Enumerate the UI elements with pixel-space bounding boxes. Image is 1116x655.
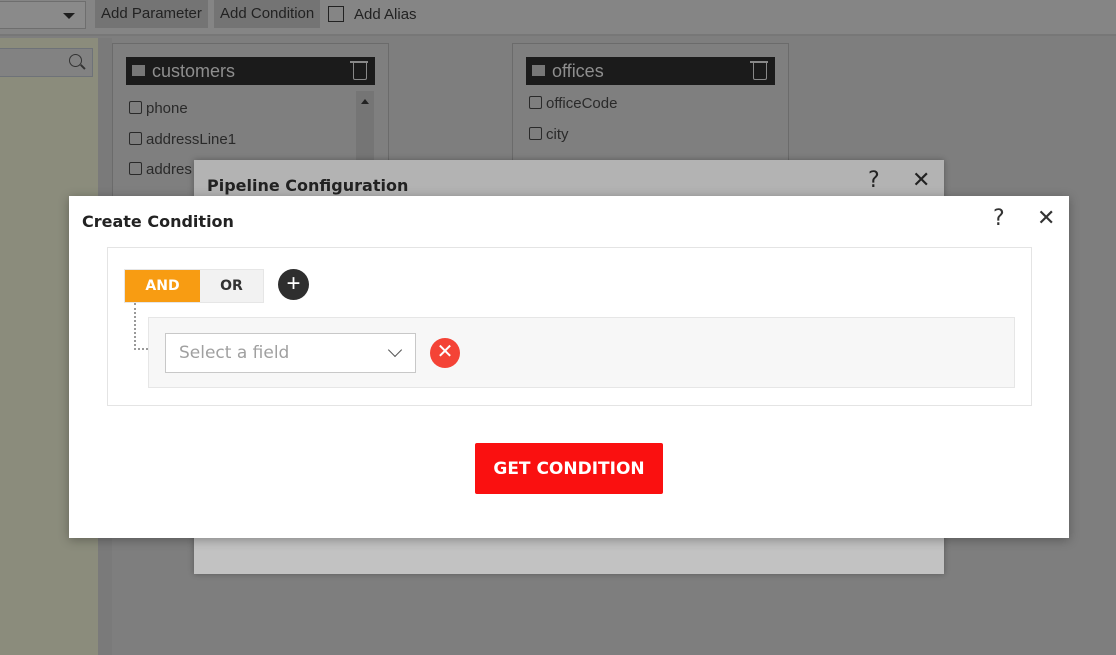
add-rule-button[interactable]: + [278, 269, 309, 300]
field-label: phone [146, 100, 188, 117]
add-parameter-button[interactable]: Add Parameter [95, 0, 208, 28]
field-label: officeCode [546, 95, 618, 112]
search-input[interactable] [0, 48, 93, 77]
checkbox[interactable] [529, 127, 542, 140]
field-label: addressLine1 [146, 131, 237, 148]
add-alias-checkbox[interactable] [328, 6, 344, 22]
field-select-placeholder: Select a field [179, 343, 290, 363]
dialog-title: Create Condition [82, 212, 234, 231]
field-item[interactable]: addressLine1 [129, 131, 236, 148]
tree-connector [134, 303, 148, 350]
add-alias-label: Add Alias [354, 6, 417, 23]
field-item[interactable]: city [529, 126, 569, 143]
create-condition-dialog: Create Condition ? ✕ AND OR + Select a f… [69, 196, 1069, 538]
table-icon [132, 65, 145, 76]
add-condition-button[interactable]: Add Condition [214, 0, 321, 28]
or-button[interactable]: OR [200, 270, 263, 302]
table-name: customers [152, 61, 236, 81]
help-icon[interactable]: ? [868, 168, 880, 193]
table-icon [532, 65, 545, 76]
close-icon[interactable]: ✕ [1037, 206, 1055, 231]
condition-rule: Select a field ✕ [148, 317, 1015, 388]
field-item[interactable]: officeCode [529, 95, 617, 112]
checkbox[interactable] [129, 162, 142, 175]
checkbox[interactable] [529, 96, 542, 109]
field-item[interactable]: phone [129, 100, 188, 117]
field-select[interactable]: Select a field [165, 333, 416, 373]
help-icon[interactable]: ? [993, 206, 1005, 231]
table-header: offices [526, 57, 775, 85]
field-label: city [546, 126, 569, 143]
close-icon[interactable]: ✕ [912, 168, 930, 193]
checkbox[interactable] [129, 132, 142, 145]
table-name: offices [552, 61, 604, 81]
and-button[interactable]: AND [125, 270, 200, 302]
dialog-title: Pipeline Configuration [194, 160, 944, 196]
condition-builder: AND OR + Select a field ✕ [107, 247, 1032, 406]
get-condition-button[interactable]: GET CONDITION [475, 443, 663, 494]
chevron-down-icon [387, 342, 403, 358]
table-dropdown[interactable] [0, 1, 86, 29]
field-item[interactable]: addres [129, 161, 192, 178]
remove-rule-button[interactable]: ✕ [430, 338, 460, 368]
trash-icon[interactable] [750, 61, 768, 80]
trash-icon[interactable] [350, 61, 368, 80]
field-label: addres [146, 161, 192, 178]
search-icon[interactable] [69, 54, 82, 67]
toolbar: Add Parameter Add Condition Add Alias [0, 0, 1116, 36]
logic-toggle: AND OR [124, 269, 264, 303]
caret-down-icon [63, 13, 75, 19]
checkbox[interactable] [129, 101, 142, 114]
table-header: customers [126, 57, 375, 85]
